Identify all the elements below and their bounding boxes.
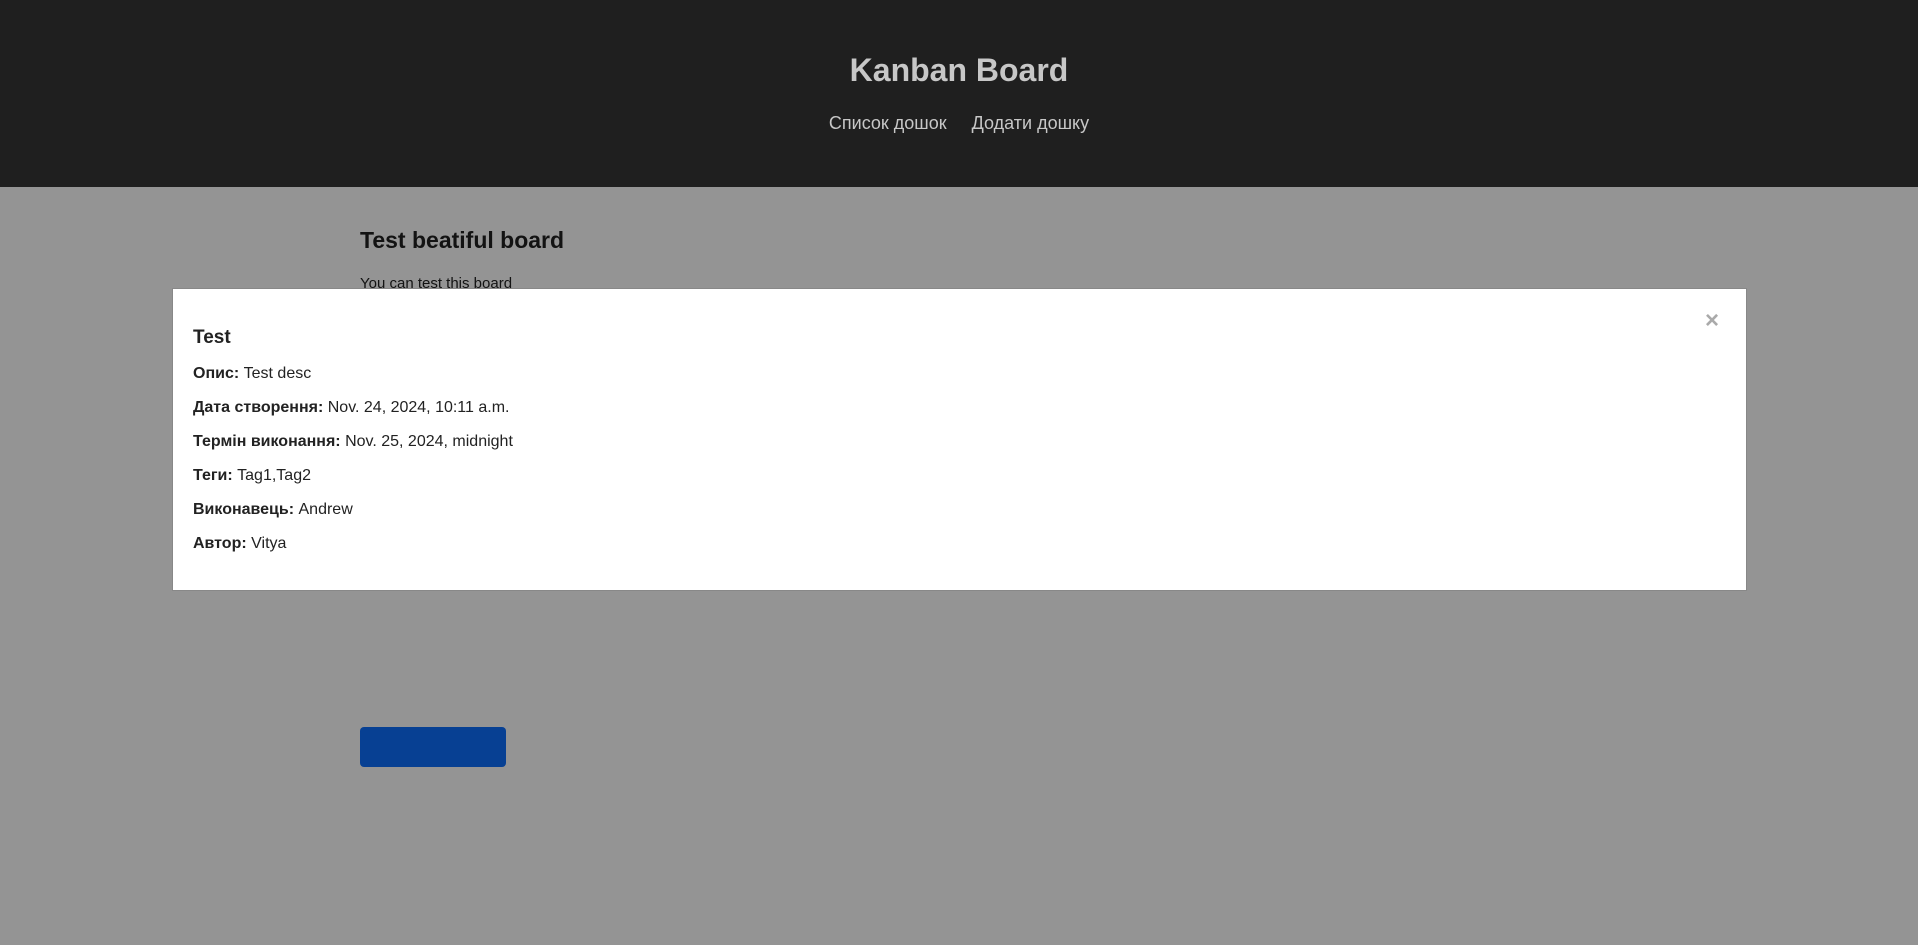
task-title: Test bbox=[193, 327, 231, 348]
field-value: Vitya bbox=[251, 535, 287, 552]
nav-add-board[interactable]: Додати дошку bbox=[972, 113, 1089, 133]
field-value: Nov. 25, 2024, midnight bbox=[345, 433, 513, 450]
task-field-assignee: Виконавець: Andrew bbox=[193, 501, 353, 519]
field-value: Test desc bbox=[243, 365, 312, 382]
task-field-created-date: Дата створення: Nov. 24, 2024, 10:11 a.m… bbox=[193, 399, 509, 417]
task-detail-modal: × Test Опис: Test desc Дата створення: N… bbox=[172, 288, 1747, 591]
field-value: Tag1,Tag2 bbox=[237, 467, 311, 484]
app-title: Kanban Board bbox=[849, 52, 1069, 88]
field-value: Nov. 24, 2024, 10:11 a.m. bbox=[327, 399, 510, 416]
field-label: Теги: bbox=[193, 467, 233, 484]
field-value: Andrew bbox=[298, 501, 353, 518]
field-label: Опис: bbox=[193, 365, 240, 382]
site-header: Kanban Board Список дошок Додати дошку bbox=[0, 0, 1918, 187]
task-field-tags: Теги: Tag1,Tag2 bbox=[193, 467, 311, 485]
task-field-author: Автор: Vitya bbox=[193, 535, 286, 553]
close-icon[interactable]: × bbox=[1705, 309, 1719, 333]
main-nav: Список дошок Додати дошку bbox=[0, 113, 1918, 134]
field-label: Дата створення: bbox=[193, 399, 324, 416]
task-field-due-date: Термін виконання: Nov. 25, 2024, midnigh… bbox=[193, 433, 513, 451]
field-label: Термін виконання: bbox=[193, 433, 341, 450]
field-label: Автор: bbox=[193, 535, 247, 552]
nav-board-list[interactable]: Список дошок bbox=[829, 113, 947, 133]
field-label: Виконавець: bbox=[193, 501, 295, 518]
task-field-description: Опис: Test desc bbox=[193, 365, 311, 383]
